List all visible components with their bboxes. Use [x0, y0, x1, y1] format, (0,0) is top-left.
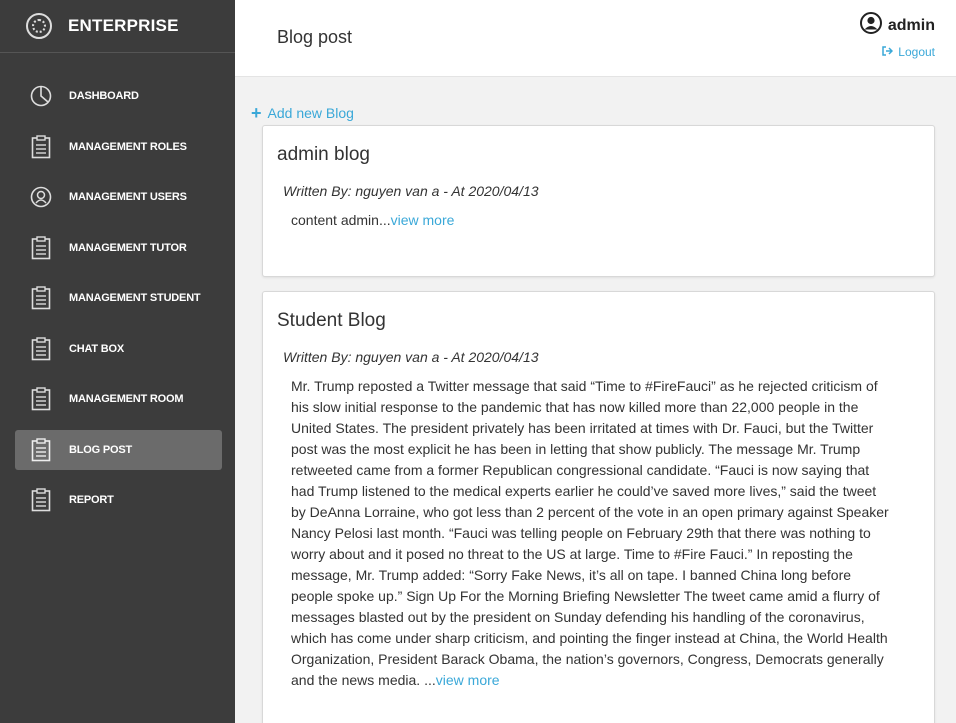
- sidebar-item-label: BLOG POST: [69, 443, 132, 456]
- user-circle-icon: [859, 12, 882, 39]
- view-more-link[interactable]: view more: [391, 212, 455, 228]
- sidebar-item-report[interactable]: REPORT: [15, 480, 222, 520]
- user-account[interactable]: admin: [859, 12, 935, 39]
- sidebar-item-dashboard[interactable]: DASHBOARD: [15, 76, 222, 116]
- sidebar: ENTERPRISE DASHBOARD MANAGEMENT ROLES MA…: [0, 0, 235, 723]
- sidebar-item-label: MANAGEMENT ROLES: [69, 140, 187, 153]
- pie-chart-icon: [29, 83, 53, 109]
- sidebar-item-label: MANAGEMENT STUDENT: [69, 292, 201, 304]
- sidebar-item-label: MANAGEMENT USERS: [69, 191, 187, 203]
- sidebar-item-management-users[interactable]: MANAGEMENT USERS: [15, 177, 222, 217]
- logout-icon: [882, 45, 894, 59]
- brand-name: ENTERPRISE: [68, 16, 179, 35]
- sidebar-item-management-tutor[interactable]: MANAGEMENT TUTOR: [15, 228, 222, 268]
- sidebar-item-label: CHAT BOX: [69, 342, 125, 355]
- blog-excerpt: content admin...: [291, 212, 391, 228]
- add-blog-button[interactable]: + Add new Blog: [251, 103, 354, 123]
- sidebar-item-chat-box[interactable]: CHAT BOX: [15, 329, 222, 369]
- logout-label: Logout: [898, 45, 935, 59]
- clipboard-icon: [29, 235, 53, 261]
- blog-meta: Written By: nguyen van a - At 2020/04/13: [283, 349, 539, 365]
- clipboard-icon: [29, 386, 53, 412]
- user-name: admin: [887, 16, 935, 34]
- add-blog-label: Add new Blog: [267, 105, 354, 121]
- sidebar-item-label: REPORT: [69, 494, 114, 506]
- user-menu: admin Logout: [859, 12, 935, 59]
- clipboard-icon: [29, 437, 53, 463]
- clipboard-icon: [29, 336, 53, 362]
- blog-card: Student Blog Written By: nguyen van a - …: [262, 291, 935, 723]
- blog-excerpt: Mr. Trump reposted a Twitter message tha…: [291, 378, 889, 688]
- sidebar-item-label: DASHBOARD: [69, 90, 139, 102]
- main-content: + Add new Blog admin blog Written By: ng…: [235, 78, 956, 723]
- blog-card: admin blog Written By: nguyen van a - At…: [262, 125, 935, 277]
- logout-link[interactable]: Logout: [860, 45, 935, 59]
- clipboard-icon: [29, 285, 53, 311]
- sidebar-item-management-roles[interactable]: MANAGEMENT ROLES: [15, 127, 222, 167]
- blog-title: admin blog: [277, 144, 370, 165]
- user-circle-icon: [29, 184, 53, 210]
- blog-body: content admin...view more: [291, 210, 891, 231]
- clipboard-icon: [29, 487, 53, 513]
- sidebar-nav: DASHBOARD MANAGEMENT ROLES MANAGEMENT US…: [0, 76, 235, 520]
- sidebar-item-label: MANAGEMENT TUTOR: [69, 241, 187, 254]
- sidebar-item-blog-post[interactable]: BLOG POST: [15, 429, 222, 470]
- blog-meta: Written By: nguyen van a - At 2020/04/13: [283, 183, 539, 199]
- blog-body: Mr. Trump reposted a Twitter message tha…: [291, 376, 891, 691]
- header: Blog post admin Logout: [235, 0, 956, 77]
- clipboard-icon: [29, 134, 53, 160]
- brand-logo-icon: [26, 13, 52, 39]
- sidebar-item-label: MANAGEMENT ROOM: [69, 393, 184, 405]
- page-title: Blog post: [277, 27, 353, 47]
- sidebar-item-management-student[interactable]: MANAGEMENT STUDENT: [15, 278, 222, 318]
- blog-title: Student Blog: [277, 310, 386, 331]
- brand[interactable]: ENTERPRISE: [0, 0, 235, 53]
- plus-icon: +: [251, 103, 262, 123]
- sidebar-item-management-room[interactable]: MANAGEMENT ROOM: [15, 379, 222, 419]
- view-more-link[interactable]: view more: [436, 672, 500, 688]
